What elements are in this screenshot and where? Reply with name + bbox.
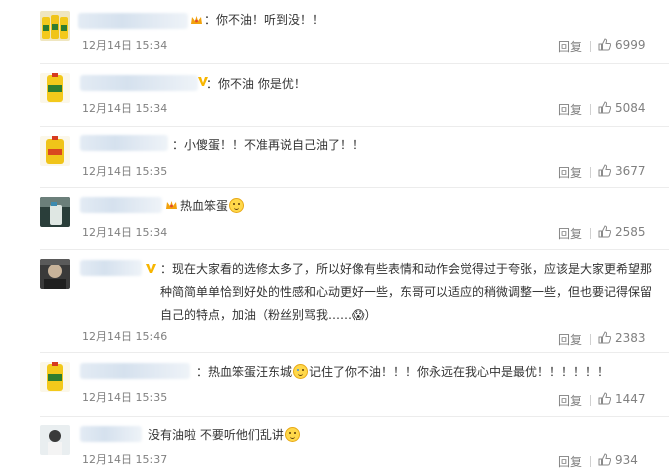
divider: [590, 395, 591, 406]
avatar[interactable]: [40, 362, 70, 392]
divider: [590, 334, 591, 345]
username-blurred[interactable]: [80, 363, 190, 379]
like-button[interactable]: 934: [598, 453, 638, 467]
comment-item-5: ：现在大家看的选修太多了，所以好像有些表情和动作会觉得过于夸张，应该是大家更希望…: [0, 250, 669, 350]
reply-button[interactable]: 回复: [558, 392, 582, 409]
divider: [590, 167, 591, 178]
like-button[interactable]: 2585: [598, 225, 646, 239]
like-count: 1447: [615, 392, 646, 406]
comment-item-3: ：小傻蛋！！不准再说自己油了！！ 12月14日 15:35 回复 3677: [0, 127, 669, 187]
like-count: 934: [615, 453, 638, 467]
comment-item-4: 热血笨蛋 12月14日 15:34 回复 2585: [0, 188, 669, 248]
divider: [590, 41, 591, 52]
like-button[interactable]: 6999: [598, 38, 646, 52]
timestamp: 12月14日 15:34: [82, 226, 168, 239]
comment-text: 热血笨蛋: [180, 195, 245, 217]
comment-text-part-1: ：热血笨蛋汪东城: [196, 365, 293, 379]
comment-item-6: ：热血笨蛋汪东城 记住了你不油！！！你永远在我心中是最优！！！！！！ 12月14日…: [0, 353, 669, 415]
like-button[interactable]: 3677: [598, 164, 646, 178]
thumbs-up-icon: [598, 392, 612, 405]
thumbs-up-icon: [598, 101, 612, 114]
like-count: 5084: [615, 101, 646, 115]
avatar[interactable]: [40, 425, 70, 455]
reply-button[interactable]: 回复: [558, 453, 582, 470]
like-count: 6999: [615, 38, 646, 52]
comment-item-2: ：你不油 你是优！ 12月14日 15:34 回复 5084: [0, 64, 669, 126]
divider: [590, 104, 591, 115]
divider: [590, 456, 591, 467]
like-count: 2585: [615, 225, 646, 239]
like-count: 3677: [615, 164, 646, 178]
timestamp: 12月14日 15:35: [82, 165, 168, 178]
like-button[interactable]: 1447: [598, 392, 646, 406]
reply-button[interactable]: 回复: [558, 38, 582, 55]
comment-text: ：你不油 你是优！: [206, 77, 306, 91]
timestamp: 12月14日 15:34: [82, 102, 168, 115]
timestamp: 12月14日 15:37: [82, 453, 168, 466]
emoji-face-icon: [229, 198, 245, 213]
timestamp: 12月14日 15:35: [82, 391, 168, 404]
username-blurred[interactable]: [80, 426, 142, 442]
comment-text: 没有油啦 不要听他们乱讲: [148, 424, 301, 446]
thumbs-up-icon: [598, 331, 612, 344]
thumbs-up-icon: [598, 38, 612, 51]
comment-text-part-2: 记住了你不油！！！你永远在我心中是最优！！！！！！: [309, 365, 610, 379]
comment-item-1: ：你不油！听到没！！ 12月14日 15:34 回复 6999: [0, 0, 669, 60]
crown-icon: [191, 16, 202, 24]
divider: [590, 228, 591, 239]
reply-button[interactable]: 回复: [558, 101, 582, 118]
avatar[interactable]: [40, 73, 70, 103]
comment-item-7: 没有油啦 不要听他们乱讲 12月14日 15:37 回复 934: [0, 417, 669, 469]
timestamp: 12月14日 15:34: [82, 39, 168, 52]
crying-emoji-icon: [293, 364, 309, 379]
avatar[interactable]: [40, 259, 70, 289]
like-button[interactable]: 2383: [598, 331, 646, 345]
username-blurred[interactable]: [80, 75, 198, 91]
thumbs-up-icon: [598, 453, 612, 466]
comment-text: ：你不油！听到没！！: [204, 13, 325, 27]
username-blurred[interactable]: [80, 197, 162, 213]
thumbs-up-icon: [598, 225, 612, 238]
comment-text: ：现在大家看的选修太多了，所以好像有些表情和动作会觉得过于夸张，应该是大家更希望…: [160, 262, 653, 322]
username-blurred[interactable]: [80, 260, 142, 276]
avatar[interactable]: [40, 11, 70, 41]
crown-icon: [166, 201, 177, 209]
comment-text-content: 热血笨蛋: [180, 199, 229, 213]
comment-text: ：小傻蛋！！不准再说自己油了！！: [172, 138, 365, 152]
emoji-face-icon: [284, 427, 300, 442]
reply-button[interactable]: 回复: [558, 331, 582, 348]
comment-text: ：热血笨蛋汪东城 记住了你不油！！！你永远在我心中是最优！！！！！！: [196, 361, 609, 383]
avatar[interactable]: [40, 197, 70, 227]
avatar[interactable]: [40, 136, 70, 166]
username-blurred[interactable]: [80, 135, 168, 151]
reply-button[interactable]: 回复: [558, 164, 582, 181]
reply-button[interactable]: 回复: [558, 225, 582, 242]
thumbs-up-icon: [598, 164, 612, 177]
username-blurred[interactable]: [78, 13, 188, 29]
vip-v-icon: [146, 264, 156, 273]
timestamp: 12月14日 15:46: [82, 330, 168, 343]
like-button[interactable]: 5084: [598, 101, 646, 115]
like-count: 2383: [615, 331, 646, 345]
comment-text-content: 没有油啦 不要听他们乱讲: [148, 428, 284, 442]
